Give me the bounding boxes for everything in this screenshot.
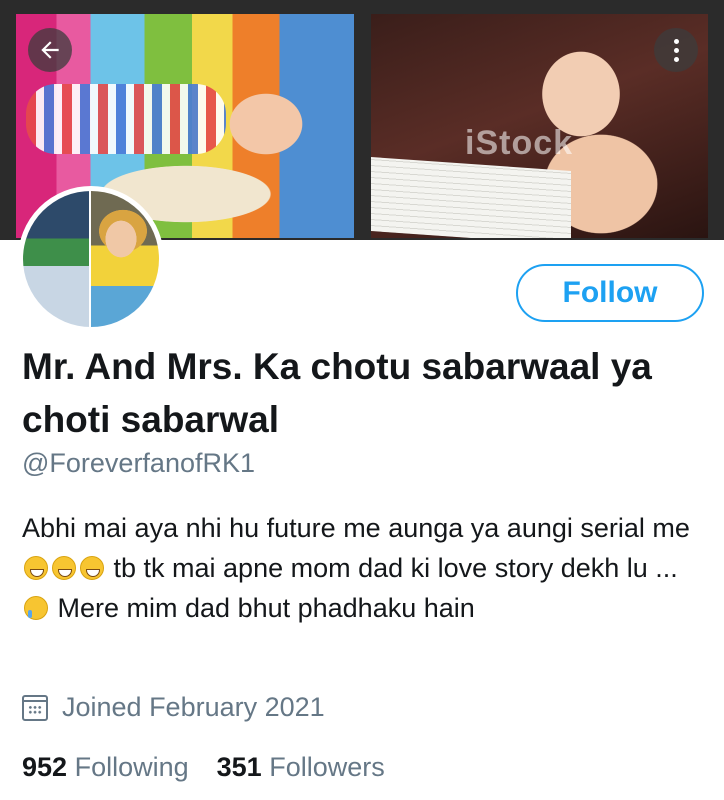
grinning-face-icon	[80, 556, 104, 580]
grinning-face-icon	[24, 556, 48, 580]
following-count: 952	[22, 752, 68, 782]
bio: Abhi mai aya nhi hu future me aunga ya a…	[22, 508, 712, 628]
bio-text-3: Mere mim dad bhut phadhaku hain	[57, 593, 475, 623]
calendar-icon	[22, 694, 48, 721]
follow-button[interactable]: Follow	[516, 264, 704, 322]
followers-label: Followers	[269, 752, 385, 782]
joined-text: Joined February 2021	[62, 692, 325, 722]
follow-stats: 952 Following 351 Followers	[22, 752, 413, 783]
bio-text-2: tb tk mai apne mom dad ki love story dek…	[113, 553, 678, 583]
back-button[interactable]	[28, 28, 72, 72]
avatar[interactable]	[18, 186, 164, 332]
following-link[interactable]: 952 Following	[22, 752, 189, 783]
istock-watermark: iStock	[465, 124, 574, 162]
grinning-face-icon	[52, 556, 76, 580]
user-handle: @ForeverfanofRK1	[22, 448, 256, 478]
more-options-button[interactable]	[654, 28, 698, 72]
bio-text-1: Abhi mai aya nhi hu future me aunga ya a…	[22, 513, 690, 543]
arrow-left-icon	[41, 41, 59, 59]
more-vertical-icon	[673, 37, 679, 64]
avatar-image-right	[91, 191, 159, 327]
following-label: Following	[74, 752, 189, 782]
crying-face-icon	[24, 596, 48, 620]
followers-count: 351	[216, 752, 262, 782]
display-name: Mr. And Mrs. Ka chotu sabarwaal ya choti…	[22, 346, 652, 440]
joined-date: Joined February 2021	[22, 692, 325, 723]
followers-link[interactable]: 351 Followers	[217, 752, 385, 783]
avatar-image-left	[23, 191, 89, 327]
